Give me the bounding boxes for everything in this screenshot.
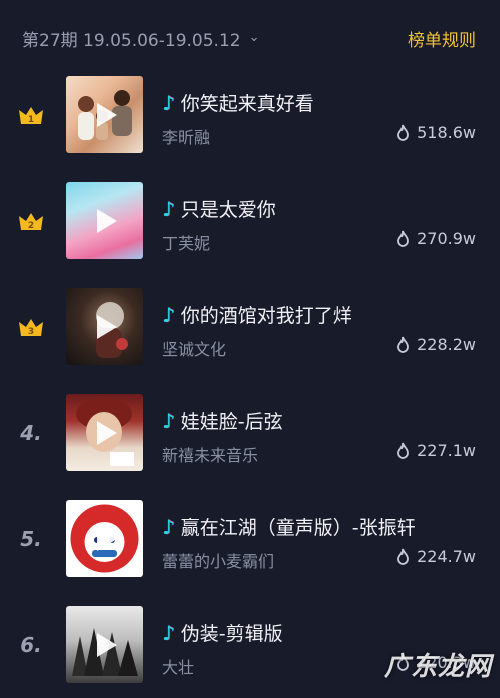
fire-icon: [397, 442, 410, 459]
music-note-icon: ♪: [162, 620, 175, 645]
rank-number: 4.: [20, 421, 42, 445]
album-cover[interactable]: [66, 76, 143, 153]
song-title-text: 只是太爱你: [180, 199, 276, 221]
album-cover[interactable]: [66, 394, 143, 471]
album-cover[interactable]: [66, 182, 143, 259]
rank-crown-badge: 1: [14, 102, 48, 128]
song-title[interactable]: ♪ 伪装-剪辑版: [162, 619, 480, 646]
heat-value: 227.1w: [395, 441, 476, 460]
chart-rules-link[interactable]: 榜单规则: [408, 26, 476, 51]
heat-text: 518.6w: [417, 123, 476, 142]
music-note-icon: ♪: [162, 90, 175, 115]
song-title-text: 娃娃脸-后弦: [180, 411, 283, 433]
play-icon[interactable]: [96, 208, 117, 233]
crown-icon: 1: [19, 107, 43, 125]
artist-name[interactable]: 丁芙妮: [162, 230, 210, 254]
heat-text: 227.1w: [417, 441, 476, 460]
heat-value: 228.2w: [395, 335, 476, 354]
chart-header: 第27期 19.05.06-19.05.12 ⌄ 榜单规则: [0, 0, 500, 62]
artist-name[interactable]: 李昕融: [162, 124, 210, 148]
album-cover[interactable]: [66, 606, 143, 683]
music-note-icon: ♪: [162, 408, 175, 433]
play-icon[interactable]: [96, 314, 117, 339]
rank-number: 6.: [20, 633, 42, 657]
play-icon[interactable]: [96, 420, 117, 445]
song-title[interactable]: ♪ 你的酒馆对我打了烊: [162, 301, 480, 328]
rank-crown-badge: 2: [14, 208, 48, 234]
fire-icon: [397, 548, 410, 565]
song-row[interactable]: 3 ♪ 你的酒馆对我打了烊 坚诚文化 228.2w: [0, 274, 500, 380]
song-row[interactable]: 1 ♪ 你笑起来真好看 李昕融 518.6w: [0, 62, 500, 168]
song-title-text: 你笑起来真好看: [180, 93, 314, 115]
song-title-text: 赢在江湖（童声版）-张振轩: [180, 517, 416, 539]
crown-icon: 3: [19, 319, 43, 337]
site-watermark: 广东龙网: [383, 652, 492, 682]
song-row[interactable]: 2 ♪ 只是太爱你 丁芙妮 270.9w: [0, 168, 500, 274]
artist-name[interactable]: 蕾蕾的小麦霸们: [162, 548, 274, 572]
album-cover[interactable]: [66, 288, 143, 365]
play-icon[interactable]: [96, 632, 117, 657]
heat-text: 224.7w: [417, 547, 476, 566]
song-title-text: 你的酒馆对我打了烊: [180, 305, 352, 327]
heat-text: 270.9w: [417, 229, 476, 248]
song-title[interactable]: ♪ 娃娃脸-后弦: [162, 407, 480, 434]
music-note-icon: ♪: [162, 514, 175, 539]
album-cover[interactable]: [66, 500, 143, 577]
song-title[interactable]: ♪ 你笑起来真好看: [162, 89, 480, 116]
svg-text:3: 3: [28, 327, 34, 337]
play-icon[interactable]: [96, 526, 117, 551]
artist-name[interactable]: 新禧未来音乐: [162, 442, 258, 466]
song-title[interactable]: ♪ 赢在江湖（童声版）-张振轩: [162, 513, 480, 540]
heat-value: 224.7w: [395, 547, 476, 566]
period-label: 第27期 19.05.06-19.05.12: [22, 31, 241, 51]
music-note-icon: ♪: [162, 196, 175, 221]
heat-value: 518.6w: [395, 123, 476, 142]
song-title-text: 伪装-剪辑版: [180, 623, 283, 645]
music-note-icon: ♪: [162, 302, 175, 327]
fire-icon: [397, 230, 410, 247]
song-title[interactable]: ♪ 只是太爱你: [162, 195, 480, 222]
rank-number: 5.: [20, 527, 42, 551]
crown-icon: 2: [19, 213, 43, 231]
fire-icon: [397, 124, 410, 141]
artist-name[interactable]: 大壮: [162, 654, 194, 678]
song-row[interactable]: 5. ♪ 赢在江湖（童声版）-张振轩 蕾蕾的小麦霸们 224.7w: [0, 486, 500, 592]
fire-icon: [397, 336, 410, 353]
svg-text:1: 1: [28, 115, 34, 125]
song-row[interactable]: 4. ♪ 娃娃脸-后弦 新禧未来音乐 227.1w: [0, 380, 500, 486]
heat-value: 270.9w: [395, 229, 476, 248]
play-icon[interactable]: [96, 102, 117, 127]
heat-text: 228.2w: [417, 335, 476, 354]
rank-crown-badge: 3: [14, 314, 48, 340]
chevron-down-icon: ⌄: [248, 30, 260, 45]
artist-name[interactable]: 坚诚文化: [162, 336, 226, 360]
song-list: 1 ♪ 你笑起来真好看 李昕融 518.6w 2 ♪ 只是太爱你 丁芙妮 270…: [0, 62, 500, 698]
period-selector[interactable]: 第27期 19.05.06-19.05.12 ⌄: [22, 26, 259, 51]
svg-text:2: 2: [28, 221, 34, 231]
